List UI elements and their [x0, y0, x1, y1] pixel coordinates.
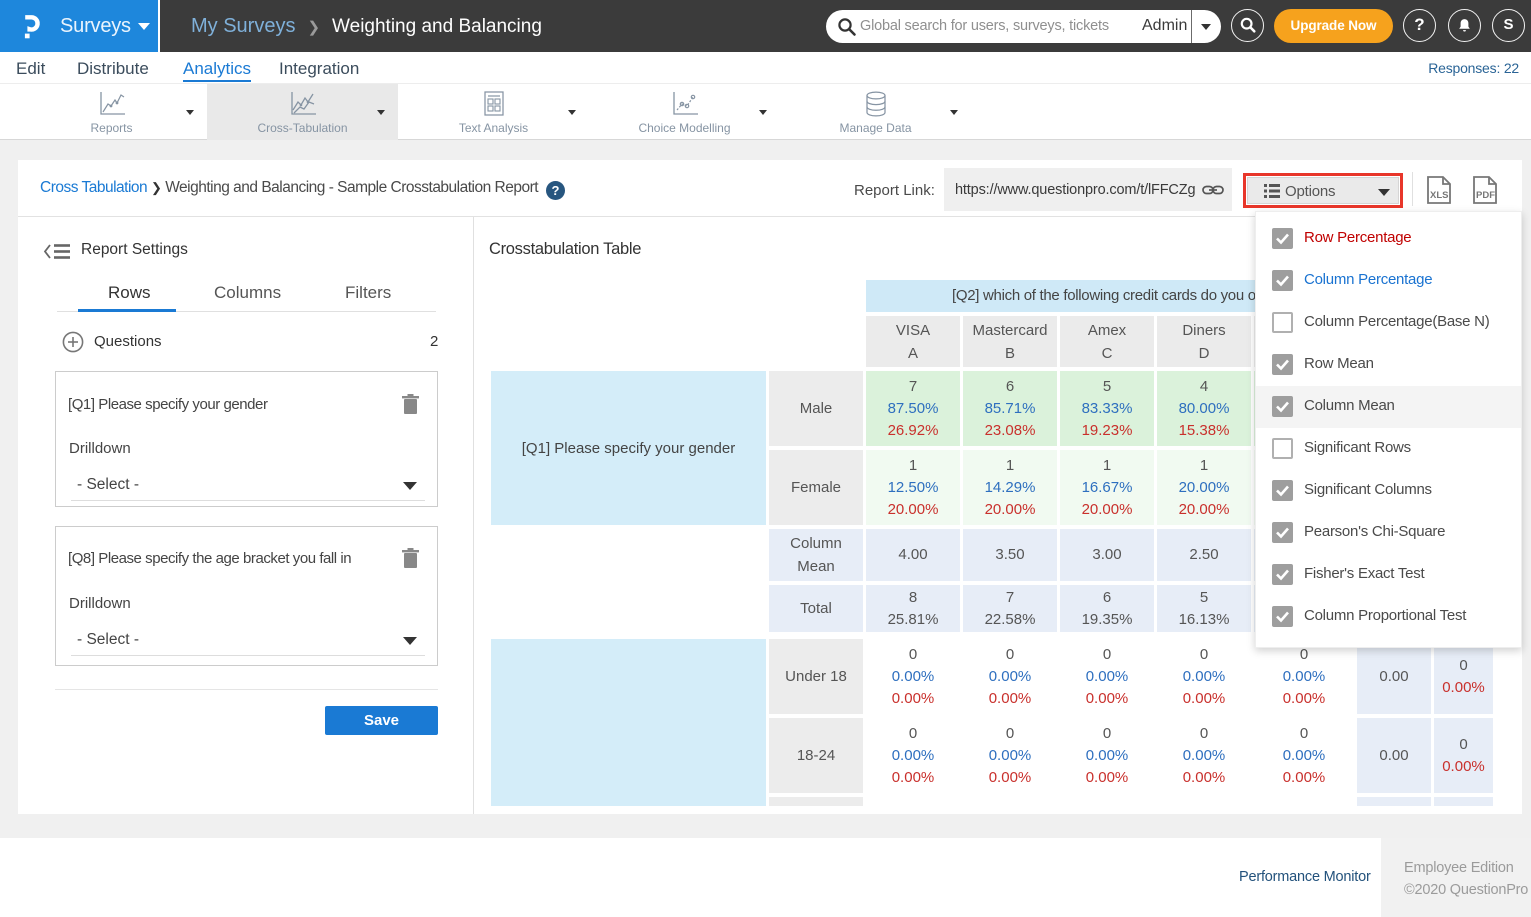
- svg-text:XLS: XLS: [1430, 190, 1448, 201]
- svg-text:PDF: PDF: [1476, 190, 1495, 201]
